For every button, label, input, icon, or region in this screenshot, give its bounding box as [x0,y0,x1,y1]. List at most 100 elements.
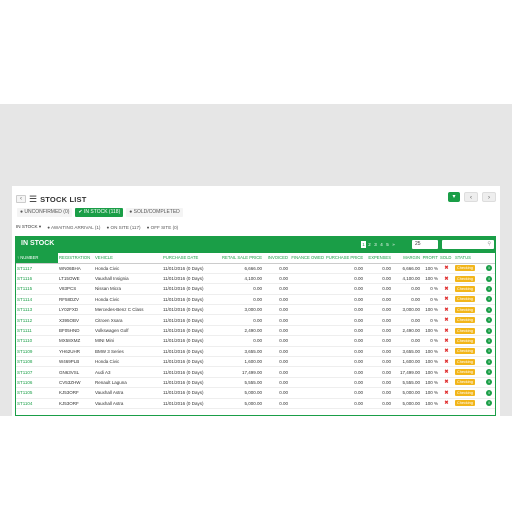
cell-number[interactable]: ST1113 [16,304,58,316]
info-icon[interactable]: i [486,358,492,365]
cell-profit: 100 % [421,263,439,274]
actions-dropdown-button[interactable]: ▾ [448,192,460,202]
cell-margin: 5,000.00 [392,398,421,409]
info-icon[interactable]: i [486,337,492,344]
col-retail-sale-price[interactable]: RETAIL SALE PRICE [221,253,263,264]
page-2[interactable]: 2 [367,241,372,248]
cell-number[interactable]: ST1114 [16,294,58,306]
cell-number[interactable]: ST1116 [16,273,58,285]
info-icon[interactable]: i [486,275,492,282]
cell-invoiced: 0.00 [263,335,289,347]
cell-profit: 100 % [421,273,439,285]
col-finance-owed[interactable]: FINANCE OWED [289,253,325,264]
cell-invoiced: 0.00 [263,314,289,326]
info-icon[interactable]: i [486,389,492,396]
cell-number[interactable]: ST1117 [16,263,58,274]
cell-profit: 0 % [421,294,439,306]
cell-purchase-price: 0.00 [325,325,364,337]
cell-number[interactable]: ST1112 [16,314,58,326]
table-row[interactable]: ST1111 BF05HND Volkswagen Golf 11/01/2016 (… [16,325,495,337]
cell-number[interactable]: ST1109 [16,346,58,358]
col-invoiced[interactable]: INVOICED [263,253,289,264]
table-row[interactable]: ST1114 RF58DZV Honda Civic 11/01/2016 (0 Da… [16,294,495,306]
top-margin [0,0,512,104]
col-sold[interactable]: SOLD [439,253,454,264]
cell-registration: CV53ZHW [58,377,94,389]
info-icon[interactable]: i [486,348,492,355]
col-margin[interactable]: MARGIN [392,253,421,264]
table-row[interactable]: ST1113 LY02FXD Mercedes-Benz C Class 11/01/… [16,304,495,316]
prev-button[interactable]: ‹ [464,192,478,202]
table-row[interactable]: ST1116 LT15OWE Vauxhall Insignia 11/01/2016… [16,273,495,285]
location-dropdown[interactable]: IN STOCK ▾ [16,224,41,230]
col-expenses[interactable]: EXPENSES [364,253,392,264]
cell-purchase-date: 11/01/2016 (0 Days) [162,325,221,337]
cell-number[interactable]: ST1110 [16,335,58,347]
cell-finance-owed [289,377,325,389]
col-registration[interactable]: REGISTRATION [58,253,94,264]
page-1[interactable]: 1 [361,241,366,248]
cell-expenses: 0.00 [364,304,392,316]
cell-status: Checking [454,325,485,337]
tab-in-stock[interactable]: ✔ IN STOCK (118) [75,208,124,217]
info-icon[interactable]: i [486,265,492,272]
info-icon[interactable]: i [486,306,492,313]
filter-on-site[interactable]: ● ON SITE (117) [106,225,140,230]
table-row[interactable]: ST1107 GN63VSL Audi A3 11/01/2016 (0 Days) 1… [16,366,495,378]
status-badge: Checking [455,379,475,386]
cell-status: Checking [454,263,485,274]
filter-awaiting-arrival[interactable]: ● AWAITING ARRIVAL (1) [47,225,100,230]
cell-number[interactable]: ST1107 [16,366,58,378]
cell-expenses: 0.00 [364,346,392,358]
per-page-select[interactable]: 25 [412,240,438,249]
tab-sold-completed[interactable]: ● SOLD/COMPLETED [126,208,183,217]
page-5[interactable]: 5 [385,241,390,248]
col-purchase-price[interactable]: PURCHASE PRICE [325,253,364,264]
next-button[interactable]: › [482,192,496,202]
table-row[interactable]: ST1112 X395OBV Citroen Xsara 11/01/2016 (0 … [16,314,495,326]
col-purchase-date[interactable]: PURCHASE DATE [162,253,221,264]
cell-invoiced: 0.00 [263,377,289,389]
page-4[interactable]: 4 [379,241,384,248]
status-badge: Checking [455,348,475,355]
cell-number[interactable]: ST1105 [16,387,58,399]
search-input[interactable]: ⚲ [442,240,494,249]
col-number[interactable]: ↑ NUMBER [16,253,58,264]
table-row[interactable]: ST1115 V83PCS Nissan Micra 11/01/2016 (0 Da… [16,283,495,295]
cell-profit: 0 % [421,314,439,326]
cell-registration: KJ53ORF [58,398,94,409]
info-icon[interactable]: i [486,285,492,292]
col-profit[interactable]: PROFIT [421,253,439,264]
col-status[interactable]: STATUS [454,253,485,264]
table-row[interactable]: ST1104 KJ53ORF Vauxhall Astra 11/01/2016 (0… [16,398,495,409]
page-3[interactable]: 3 [373,241,378,248]
col-vehicle[interactable]: VEHICLE [94,253,162,264]
info-icon[interactable]: i [486,327,492,334]
panel-header: ‹ ☰ STOCK LIST [16,193,87,205]
info-icon[interactable]: i [486,296,492,303]
cell-number[interactable]: ST1108 [16,356,58,368]
info-icon[interactable]: i [486,369,492,376]
tab-unconfirmed[interactable]: ● UNCONFIRMED (0) [17,208,73,217]
cell-number[interactable]: ST1111 [16,325,58,337]
info-icon[interactable]: i [486,400,492,407]
back-button[interactable]: ‹ [16,195,26,203]
info-icon[interactable]: i [486,317,492,324]
cell-sold: ✖ [439,304,454,316]
cell-purchase-price: 0.00 [325,398,364,409]
cell-info: i [485,377,495,389]
cell-number[interactable]: ST1106 [16,377,58,389]
table-row[interactable]: ST1106 CV53ZHW Renault Laguna 11/01/2016 (0… [16,377,495,389]
page-next[interactable]: » [391,241,396,248]
table-row[interactable]: ST1108 W469PLB Honda Civic 11/01/2016 (0 Da… [16,356,495,368]
table-row[interactable]: ST1105 KJ53ORF Vauxhall Astra 11/01/2016 (0… [16,387,495,399]
filter-off-site[interactable]: ● OFF SITE (0) [147,225,179,230]
table-row[interactable]: ST1109 YH62UHR BMW 3 Series 11/01/2016 (0 D… [16,346,495,358]
cell-status: Checking [454,346,485,358]
cell-number[interactable]: ST1104 [16,398,58,409]
info-icon[interactable]: i [486,379,492,386]
cell-purchase-date: 11/01/2016 (0 Days) [162,294,221,306]
table-row[interactable]: ST1110 MX58XMZ MINI Mini 11/01/2016 (0 Days… [16,335,495,347]
cell-number[interactable]: ST1115 [16,283,58,295]
table-row[interactable]: ST1117 WN06BHA Honda Civic 11/01/2016 (0 Da… [16,263,495,274]
